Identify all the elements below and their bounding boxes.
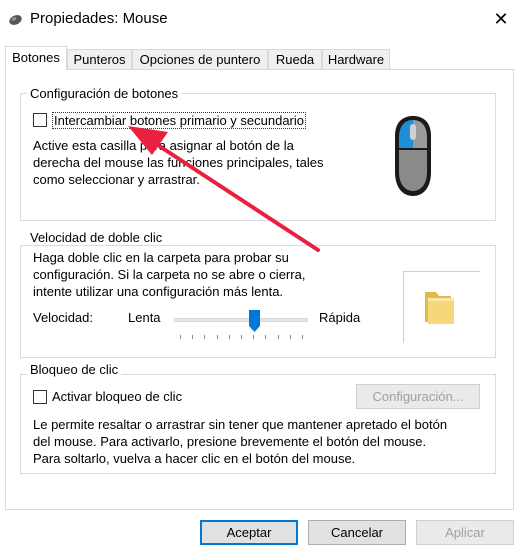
double-click-speed-slider[interactable]: [174, 318, 308, 322]
tab-punteros[interactable]: Punteros: [67, 49, 132, 69]
slider-tick: [192, 335, 194, 339]
accept-button[interactable]: Aceptar: [200, 520, 298, 545]
description-line: del mouse. Para activarlo, presione brev…: [33, 434, 427, 449]
double-click-title: Velocidad de doble clic: [27, 230, 166, 245]
slider-tick: [228, 335, 230, 339]
tab-rueda[interactable]: Rueda: [268, 49, 322, 69]
click-lock-description: Le permite resaltar o arrastrar sin tene…: [33, 416, 447, 467]
tab-botones[interactable]: Botones: [5, 46, 67, 70]
slider-tick: [265, 335, 267, 339]
speed-label: Velocidad:: [33, 310, 93, 325]
description-line: Le permite resaltar o arrastrar sin tene…: [33, 417, 448, 432]
apply-button[interactable]: Aplicar: [416, 520, 514, 545]
description-line: Active esta casilla para asignar al botó…: [33, 138, 294, 153]
description-line: Haga doble clic en la carpeta para proba…: [33, 250, 289, 265]
mouse-icon: [395, 116, 431, 196]
description-line: como seleccionar y arrastrar.: [33, 172, 200, 187]
slow-label: Lenta: [128, 310, 161, 325]
double-click-description: Haga doble clic en la carpeta para proba…: [33, 249, 305, 300]
slider-tick: [302, 335, 303, 339]
tab-hardware[interactable]: Hardware: [322, 49, 390, 69]
slider-tick: [289, 335, 291, 339]
click-lock-label[interactable]: Activar bloqueo de clic: [52, 389, 182, 404]
description-line: intente utilizar una configuración más l…: [33, 284, 284, 299]
slider-tick: [216, 335, 218, 339]
close-icon[interactable]: ✕: [486, 6, 516, 32]
slider-tick: [241, 335, 242, 339]
slider-tick: [253, 335, 255, 339]
description-line: derecha del mouse las funciones principa…: [33, 155, 324, 170]
click-lock-settings-button[interactable]: Configuración...: [356, 384, 480, 409]
description-line: Para soltarlo, vuelva a hacer clic en el…: [33, 451, 356, 466]
slider-tick: [277, 335, 279, 339]
slider-tick: [180, 335, 181, 339]
button-config-title: Configuración de botones: [27, 86, 182, 101]
fast-label: Rápida: [319, 310, 361, 325]
slider-thumb[interactable]: [248, 310, 260, 332]
swap-buttons-checkbox[interactable]: [33, 113, 47, 127]
click-lock-title: Bloqueo de clic: [27, 362, 122, 377]
button-config-description: Active esta casilla para asignar al botó…: [33, 137, 324, 188]
title-bar: Propiedades: Mouse ✕: [0, 0, 521, 40]
window-title: Propiedades: Mouse: [30, 10, 168, 27]
slider-tick: [204, 335, 206, 339]
folder-icon[interactable]: [423, 286, 459, 326]
click-lock-checkbox[interactable]: [33, 390, 47, 404]
swap-buttons-label[interactable]: Intercambiar botones primario y secundar…: [52, 112, 307, 129]
tab-strip: Botones Punteros Opciones de puntero Rue…: [0, 46, 521, 70]
tab-opciones-de-puntero[interactable]: Opciones de puntero: [132, 49, 268, 69]
mouse-app-icon: [9, 15, 22, 25]
cancel-button[interactable]: Cancelar: [308, 520, 406, 545]
description-line: configuración. Si la carpeta no se abre …: [33, 267, 306, 282]
